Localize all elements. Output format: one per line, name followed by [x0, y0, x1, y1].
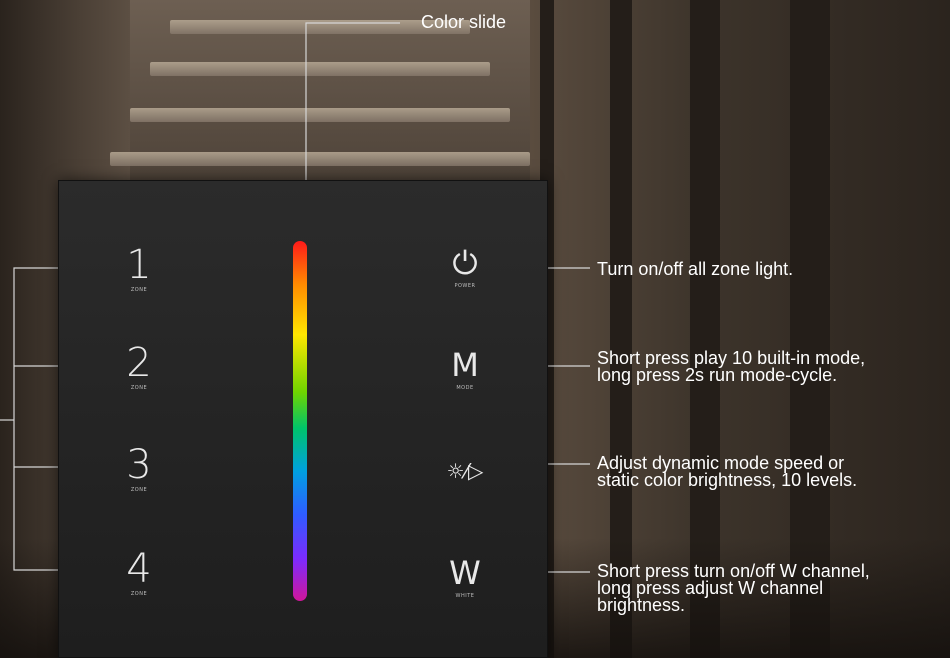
callout-mode-line: long press 2s run mode-cycle.	[597, 365, 838, 385]
callout-color-slide: Color slide	[421, 12, 507, 32]
zone-label: ZONE	[130, 287, 148, 293]
zone-number: 1	[126, 242, 152, 288]
brightness-speed-icon: ☼⁄▷	[446, 459, 484, 483]
callout-power: Turn on/off all zone light.	[597, 259, 794, 279]
zone-number: 3	[126, 442, 152, 488]
color-slider[interactable]	[293, 241, 307, 601]
zone-number: 2	[126, 340, 152, 386]
power-button[interactable]: ⏻ POWER	[435, 243, 495, 289]
mode-label: MODE	[456, 385, 474, 391]
callout-speed: Adjust dynamic mode speed or static colo…	[597, 454, 858, 490]
zone-3-button[interactable]: 3 ZONE	[109, 443, 169, 493]
power-label: POWER	[454, 283, 476, 289]
leader-color-slide	[305, 22, 400, 200]
zone-1-button[interactable]: 1 ZONE	[109, 243, 169, 293]
speed-brightness-button[interactable]: ☼⁄▷	[435, 451, 495, 491]
zone-label: ZONE	[130, 385, 148, 391]
zone-label: ZONE	[130, 591, 148, 597]
power-icon: ⏻	[452, 244, 478, 282]
white-button[interactable]: W WHITE	[435, 553, 495, 599]
callout-white-line: brightness.	[597, 595, 686, 615]
white-symbol: W	[449, 554, 481, 592]
zone-4-button[interactable]: 4 ZONE	[109, 547, 169, 597]
callout-white: Short press turn on/off W channel, long …	[597, 562, 870, 615]
white-label: WHITE	[455, 593, 475, 599]
mode-symbol: M	[451, 346, 479, 384]
callout-mode: Short press play 10 built-in mode, long …	[597, 349, 865, 385]
callout-speed-line: static color brightness, 10 levels.	[597, 470, 858, 490]
zone-2-button[interactable]: 2 ZONE	[109, 341, 169, 391]
zone-label: ZONE	[130, 487, 148, 493]
touch-panel: 1 ZONE 2 ZONE 3 ZONE 4 ZONE ⏻ POWER M MO…	[58, 180, 548, 658]
zone-number: 4	[126, 546, 152, 592]
mode-button[interactable]: M MODE	[435, 345, 495, 391]
